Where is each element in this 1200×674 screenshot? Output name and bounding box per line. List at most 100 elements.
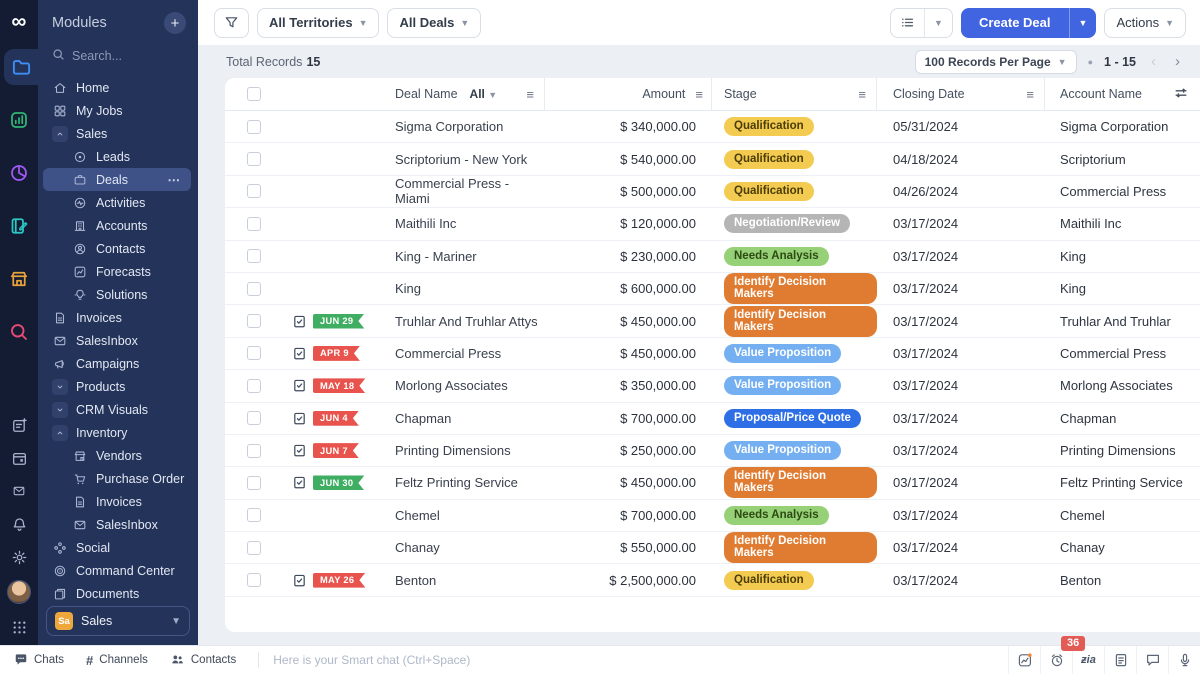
- sidebar-item-command-center[interactable]: Command Center: [38, 559, 198, 582]
- task-icon[interactable]: [292, 475, 307, 490]
- rail-settings-button[interactable]: [9, 547, 29, 567]
- account-name-cell[interactable]: Chapman: [1045, 411, 1200, 426]
- row-checkbox[interactable]: [247, 217, 261, 231]
- rail-calendar-button[interactable]: [9, 448, 29, 468]
- row-checkbox[interactable]: [247, 541, 261, 555]
- list-view-selector[interactable]: ▼: [890, 8, 953, 38]
- row-checkbox[interactable]: [247, 249, 261, 263]
- create-deal-button[interactable]: Create Deal ▼: [961, 8, 1096, 38]
- table-row[interactable]: JUN 4Chapman$ 700,000.00Proposal/Price Q…: [225, 403, 1200, 435]
- rail-item-folder[interactable]: [4, 49, 38, 85]
- view-filter-dropdown[interactable]: All Deals ▼: [387, 8, 481, 38]
- row-checkbox[interactable]: [247, 152, 261, 166]
- deal-name-cell[interactable]: Commercial Press: [385, 346, 545, 361]
- table-row[interactable]: JUN 7Printing Dimensions$ 250,000.00Valu…: [225, 435, 1200, 467]
- account-name-cell[interactable]: Commercial Press: [1045, 184, 1200, 199]
- rail-mail-button[interactable]: [9, 481, 29, 501]
- channels-button[interactable]: # Channels: [86, 653, 148, 668]
- due-date-flag[interactable]: JUN 29: [313, 314, 364, 329]
- table-row[interactable]: Commercial Press - Miami$ 500,000.00Qual…: [225, 176, 1200, 208]
- account-name-cell[interactable]: Feltz Printing Service: [1045, 475, 1200, 490]
- deal-name-cell[interactable]: Sigma Corporation: [385, 119, 545, 134]
- task-icon[interactable]: [292, 378, 307, 393]
- sidebar-item-crm-visuals[interactable]: CRM Visuals: [38, 398, 198, 421]
- account-name-cell[interactable]: Chemel: [1045, 508, 1200, 523]
- select-all-checkbox[interactable]: [247, 87, 261, 101]
- smart-chat-input[interactable]: Here is your Smart chat (Ctrl+Space): [273, 653, 470, 667]
- deal-name-cell[interactable]: King: [385, 281, 545, 296]
- sidebar-item-invoices[interactable]: Invoices: [38, 490, 198, 513]
- deal-name-cell[interactable]: Chanay: [385, 540, 545, 555]
- table-row[interactable]: Maithili Inc$ 120,000.00Negotiation/Revi…: [225, 208, 1200, 240]
- actions-dropdown[interactable]: Actions ▼: [1104, 8, 1186, 38]
- manage-columns-icon[interactable]: [1174, 86, 1200, 103]
- rail-bell-button[interactable]: [9, 514, 29, 534]
- due-date-flag[interactable]: MAY 26: [313, 573, 365, 588]
- table-row[interactable]: APR 9Commercial Press$ 450,000.00Value P…: [225, 338, 1200, 370]
- deal-name-cell[interactable]: King - Mariner: [385, 249, 545, 264]
- signals-button[interactable]: [1008, 646, 1040, 674]
- due-date-flag[interactable]: JUN 7: [313, 443, 359, 458]
- account-name-cell[interactable]: King: [1045, 281, 1200, 296]
- table-row[interactable]: Sigma Corporation$ 340,000.00Qualificati…: [225, 111, 1200, 143]
- account-name-cell[interactable]: Scriptorium: [1045, 152, 1200, 167]
- row-checkbox[interactable]: [247, 444, 261, 458]
- deal-name-cell[interactable]: Chemel: [385, 508, 545, 523]
- next-page-button[interactable]: ›: [1171, 53, 1184, 70]
- account-name-cell[interactable]: Maithili Inc: [1045, 216, 1200, 231]
- column-menu-icon[interactable]: ≡: [526, 87, 544, 102]
- row-checkbox[interactable]: [247, 314, 261, 328]
- row-checkbox[interactable]: [247, 120, 261, 134]
- row-checkbox[interactable]: [247, 346, 261, 360]
- deal-name-cell[interactable]: Morlong Associates: [385, 378, 545, 393]
- account-name-cell[interactable]: Morlong Associates: [1045, 378, 1200, 393]
- sidebar-item-home[interactable]: Home: [38, 76, 198, 99]
- row-checkbox[interactable]: [247, 508, 261, 522]
- rail-apps-grid-button[interactable]: [9, 617, 29, 637]
- due-date-flag[interactable]: JUN 30: [313, 475, 364, 490]
- org-selector[interactable]: Sa Sales ▼: [46, 606, 190, 636]
- table-row[interactable]: JUN 30Feltz Printing Service$ 450,000.00…: [225, 467, 1200, 499]
- sidebar-search-input[interactable]: Search...: [38, 42, 198, 74]
- sidebar-item-leads[interactable]: Leads: [38, 145, 198, 168]
- column-menu-icon[interactable]: ≡: [858, 87, 876, 102]
- sidebar-item-forecasts[interactable]: Forecasts: [38, 260, 198, 283]
- sidebar-item-documents[interactable]: Documents: [38, 582, 198, 600]
- sidebar-item-salesinbox[interactable]: SalesInbox: [38, 329, 198, 352]
- sidebar-item-solutions[interactable]: Solutions: [38, 283, 198, 306]
- chats-button[interactable]: Chats: [14, 653, 64, 667]
- table-row[interactable]: King - Mariner$ 230,000.00Needs Analysis…: [225, 241, 1200, 273]
- row-checkbox[interactable]: [247, 476, 261, 490]
- deal-name-cell[interactable]: Maithili Inc: [385, 216, 545, 231]
- task-icon[interactable]: [292, 443, 307, 458]
- contacts-button[interactable]: Contacts: [170, 653, 236, 667]
- row-checkbox[interactable]: [247, 411, 261, 425]
- task-icon[interactable]: [292, 573, 307, 588]
- rail-item-pie-chart[interactable]: [0, 155, 38, 191]
- rail-item-notebook[interactable]: [0, 208, 38, 244]
- table-row[interactable]: Chemel$ 700,000.00Needs Analysis03/17/20…: [225, 500, 1200, 532]
- deal-name-cell[interactable]: Benton: [385, 573, 545, 588]
- account-name-cell[interactable]: Truhlar And Truhlar: [1045, 314, 1200, 329]
- row-checkbox[interactable]: [247, 184, 261, 198]
- row-checkbox[interactable]: [247, 573, 261, 587]
- records-per-page-dropdown[interactable]: 100 Records Per Page ▼: [915, 50, 1077, 74]
- more-options-icon[interactable]: ⋯: [168, 172, 192, 187]
- deal-name-cell[interactable]: Feltz Printing Service: [385, 475, 545, 490]
- deal-name-cell[interactable]: Commercial Press - Miami: [385, 176, 545, 206]
- sidebar-item-salesinbox[interactable]: SalesInbox: [38, 513, 198, 536]
- deal-name-cell[interactable]: Scriptorium - New York: [385, 152, 545, 167]
- sidebar-item-purchase-order[interactable]: Purchase Order: [38, 467, 198, 490]
- microphone-button[interactable]: [1168, 646, 1200, 674]
- rail-item-search-q[interactable]: [0, 314, 38, 350]
- account-name-cell[interactable]: Sigma Corporation: [1045, 119, 1200, 134]
- sidebar-item-activities[interactable]: Activities: [38, 191, 198, 214]
- add-module-button[interactable]: +: [164, 12, 186, 34]
- account-name-cell[interactable]: King: [1045, 249, 1200, 264]
- deal-name-filter-dropdown[interactable]: All ▼: [470, 87, 498, 101]
- sidebar-item-my-jobs[interactable]: My Jobs: [38, 99, 198, 122]
- sidebar-item-vendors[interactable]: Vendors: [38, 444, 198, 467]
- row-checkbox[interactable]: [247, 282, 261, 296]
- sidebar-item-accounts[interactable]: Accounts: [38, 214, 198, 237]
- table-row[interactable]: Scriptorium - New York$ 540,000.00Qualif…: [225, 143, 1200, 175]
